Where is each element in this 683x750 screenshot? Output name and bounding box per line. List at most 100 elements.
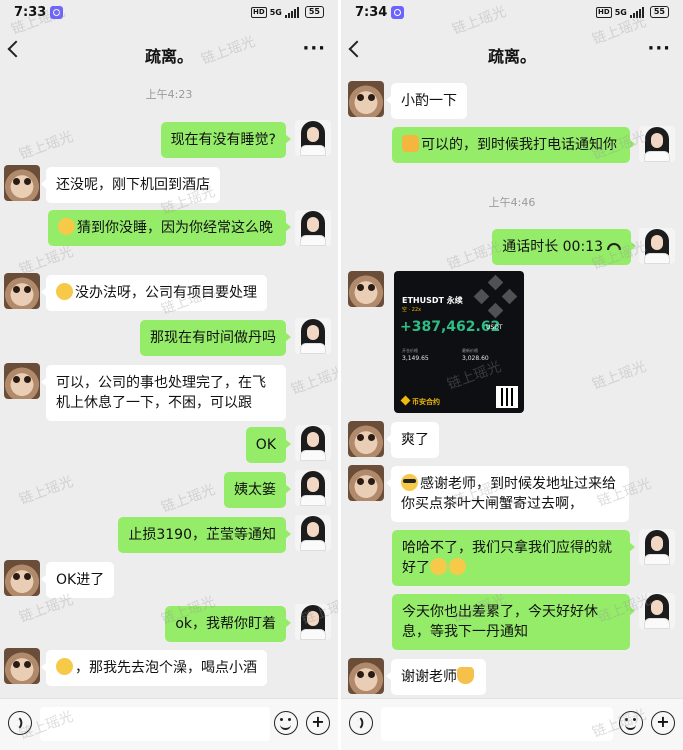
message-bubble-sent[interactable]: OK [245,427,292,463]
chat-title: 疏离。 [487,47,536,66]
message-timestamp: 上午4:23 [145,88,193,101]
message-bubble-received[interactable]: ，那我先去泡个澡，喝点小酒 [41,650,267,686]
message-text: 可以的，到时候我打电话通知你 [421,137,617,153]
status-bar: 7:34 HD 5G 55 [341,0,683,28]
message-bubble-sent[interactable]: 可以的，到时候我打电话通知你 [392,127,635,163]
voice-input-icon[interactable] [349,711,373,735]
message-text: OK进了 [56,572,105,588]
emoji-icon[interactable] [274,711,298,735]
chat-title: 疏离。 [144,47,193,66]
network-label: 5G [269,7,282,17]
avatar-self[interactable] [295,210,331,246]
message-bubble-sent[interactable]: 姨太篓 [224,472,291,508]
card-last-value: 3,028.60 [462,355,489,362]
chat-screen-left: 7:33 HD 5G 55 疏离。 ··· 上午4:23 现在有没有睡觉? 还没… [0,0,338,750]
avatar-self[interactable] [295,120,331,156]
app-notification-icon [391,6,404,19]
message-bubble-sent[interactable]: 猜到你没睡，因为你经常这么晚 [48,210,291,246]
message-text: 止损3190，芷莹等通知 [128,527,276,543]
chat-input-bar: + [341,698,683,750]
status-bar: 7:33 HD 5G 55 [0,0,338,28]
message-text: 爽了 [401,432,429,448]
avatar-contact[interactable] [348,271,384,307]
card-trading-pair: ETHUSDT 永续 [402,296,463,305]
avatar-contact[interactable] [348,81,384,117]
avatar-self[interactable] [295,515,331,551]
smile-emoji [430,558,447,575]
signal-icon [284,6,299,18]
avatar-self[interactable] [639,126,675,162]
face-emoji [56,283,73,300]
avatar-contact[interactable] [4,363,40,399]
card-brand: 币安合约 [402,397,440,407]
message-timestamp: 上午4:46 [488,196,536,209]
avatar-contact[interactable] [4,273,40,309]
message-bubble-received[interactable]: 还没呢，刚下机回到酒店 [41,167,220,203]
watermark: 链上瑶光 [590,358,649,394]
more-options-icon[interactable]: ··· [302,40,326,58]
message-text: 那现在有时间做丹吗 [150,330,276,346]
avatar-contact[interactable] [348,658,384,694]
phone-icon [607,243,621,250]
avatar-self[interactable] [639,593,675,629]
message-text: ，那我先去泡个澡，喝点小酒 [75,660,257,676]
card-open-label: 开仓价格 [402,348,418,353]
trade-screenshot-image[interactable]: ETHUSDT 永续 空 · 22x +387,462.62 USDT 开仓价格… [394,271,524,413]
message-bubble-sent[interactable]: 现在有没有睡觉? [160,122,292,158]
message-bubble-sent[interactable]: 止损3190，芷莹等通知 [118,517,291,553]
message-bubble-received[interactable]: 小酌一下 [386,83,467,119]
chat-screen-right: 7:34 HD 5G 55 疏离。 ··· 小酌一下 可以的，到时候我打电话通知… [341,0,683,750]
message-bubble-received[interactable]: 爽了 [386,422,439,458]
status-time: 7:33 [14,5,47,20]
message-bubble-received[interactable]: 感谢老师，到时候发地址过来给你买点茶叶大闸蟹寄过去啊， [386,466,629,522]
message-input[interactable] [40,707,270,741]
avatar-contact[interactable] [348,465,384,501]
chat-header: 疏离。 ··· [0,28,338,80]
avatar-self[interactable] [295,604,331,640]
avatar-self[interactable] [295,318,331,354]
card-open-value: 3,149.65 [402,355,429,362]
message-text: 今天你也出差累了，今天好好休息，等我下一丹通知 [402,604,598,640]
message-bubble-received[interactable]: 谢谢老师 [386,659,486,695]
avatar-self[interactable] [639,228,675,264]
battery-icon: 55 [304,6,324,18]
avatar-contact[interactable] [4,648,40,684]
watermark: 链上瑶光 [17,473,76,509]
face-emoji [56,658,73,675]
card-pnl-unit: USDT [486,324,503,331]
message-bubble-received[interactable]: 可以，公司的事也处理完了，在飞机上休息了一下，不困，可以跟 [41,365,286,421]
message-bubble-sent[interactable]: 今天你也出差累了，今天好好休息，等我下一丹通知 [392,594,635,650]
voice-input-icon[interactable] [8,711,32,735]
message-bubble-received[interactable]: 没办法呀，公司有项目要处理 [41,275,267,311]
avatar-self[interactable] [295,470,331,506]
status-time: 7:34 [355,5,388,20]
network-label: 5G [614,7,627,17]
emoji-icon[interactable] [619,711,643,735]
message-text: 还没呢，刚下机回到酒店 [56,177,210,193]
avatar-self[interactable] [295,425,331,461]
avatar-contact[interactable] [4,560,40,596]
card-position-info: 空 · 22x [402,307,422,313]
call-record-bubble[interactable]: 通话时长 00:13 [492,229,636,265]
sunglasses-emoji [401,474,418,491]
message-bubble-received[interactable]: OK进了 [40,562,115,598]
message-text: 谢谢老师 [401,669,457,685]
message-text: 可以，公司的事也处理完了，在飞机上休息了一下，不困，可以跟 [56,375,266,411]
message-text: ok，我帮你盯着 [175,616,276,632]
system-indicators: HD 5G 55 [251,6,324,18]
message-input[interactable] [381,707,613,741]
plus-icon[interactable]: + [651,711,675,735]
watermark: 链上瑶光 [17,128,76,164]
plus-icon[interactable]: + [306,711,330,735]
message-bubble-sent[interactable]: 那现在有时间做丹吗 [140,320,291,356]
message-bubble-sent[interactable]: ok，我帮你盯着 [165,606,291,642]
message-bubble-sent[interactable]: 哈哈不了，我们只拿我们应得的就好了 [392,530,635,586]
message-text: OK [255,437,276,453]
message-text: 小酌一下 [401,93,457,109]
avatar-self[interactable] [639,529,675,565]
message-text: 感谢老师，到时候发地址过来给你买点茶叶大闸蟹寄过去啊， [401,476,616,512]
more-options-icon[interactable]: ··· [647,40,671,58]
avatar-contact[interactable] [348,421,384,457]
avatar-contact[interactable] [4,165,40,201]
message-text: 猜到你没睡，因为你经常这么晚 [77,220,273,236]
